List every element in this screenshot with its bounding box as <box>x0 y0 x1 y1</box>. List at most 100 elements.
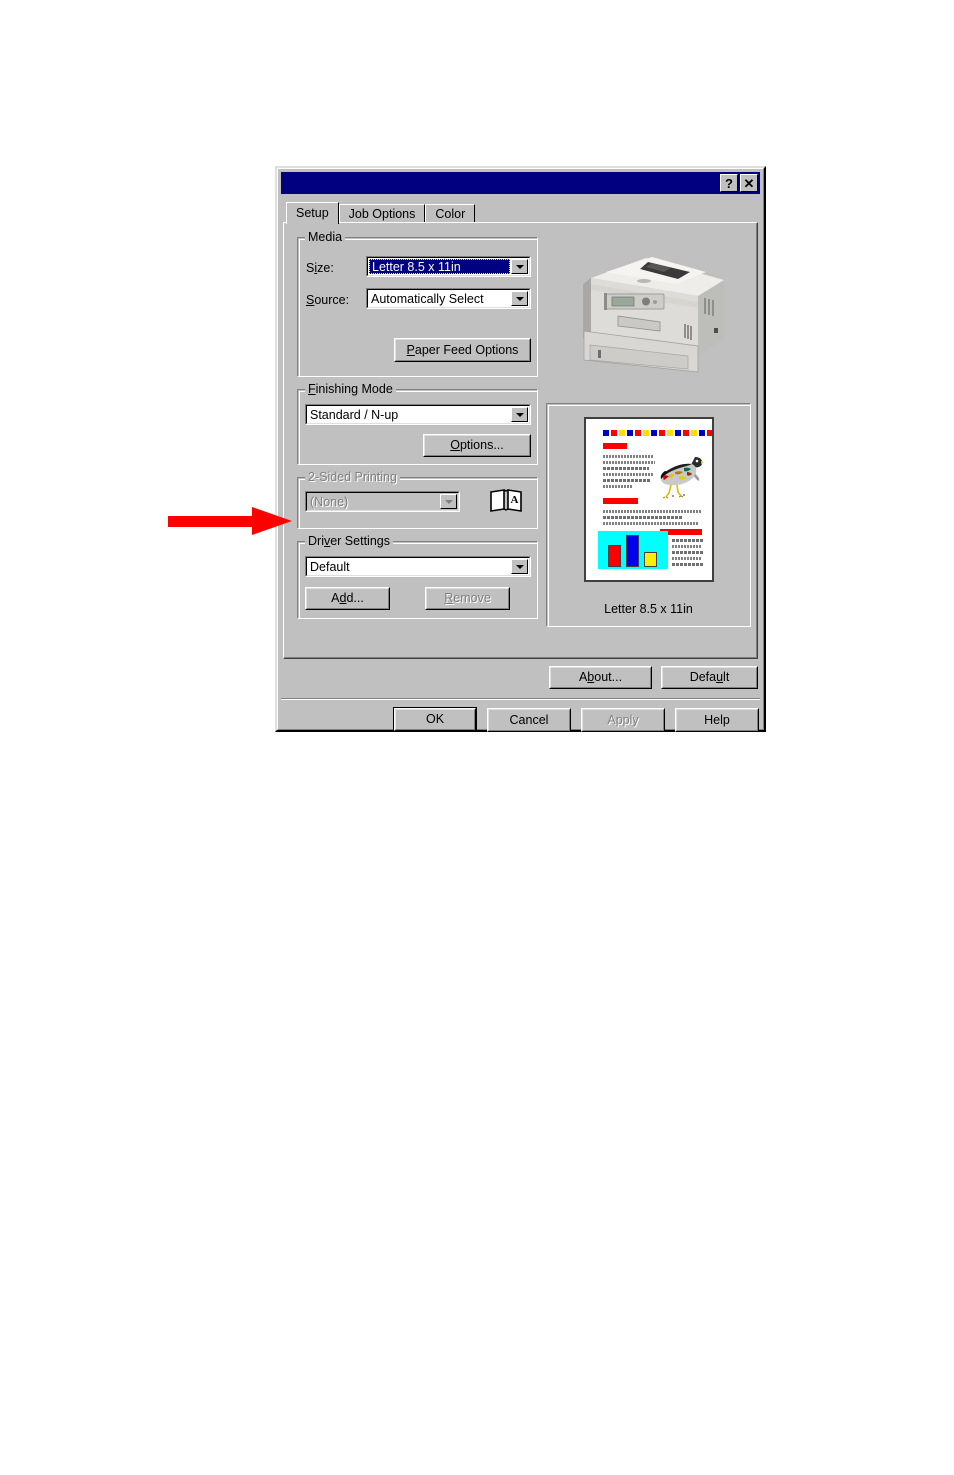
finishing-options-label: Options... <box>450 438 504 453</box>
preview-text-line <box>603 473 653 476</box>
chevron-down-icon[interactable] <box>440 494 457 509</box>
preview-text-line <box>603 467 649 470</box>
tab-color[interactable]: Color <box>425 204 476 223</box>
default-button[interactable]: Default <box>661 666 758 689</box>
preview-color-square <box>675 430 681 436</box>
size-label: Size: <box>306 261 334 275</box>
finishing-options-button-inner: Options... <box>424 435 530 456</box>
printer-properties-dialog: ? ✕ Setup Job Options Color Media Size: … <box>275 166 766 732</box>
preview-chart-bar <box>626 535 639 567</box>
add-driver-setting-button[interactable]: Add... <box>305 587 390 610</box>
preview-color-square <box>643 430 649 436</box>
help-button-inner: Help <box>676 709 758 731</box>
apply-button[interactable]: Apply <box>581 708 665 732</box>
tab-job-options-label: Job Options <box>348 206 416 221</box>
help-titlebar-button[interactable]: ? <box>720 174 738 192</box>
preview-color-square <box>691 430 697 436</box>
booklet-icon-letter: A <box>511 494 519 506</box>
apply-button-label: Apply <box>607 712 639 727</box>
preview-text-line <box>603 461 655 464</box>
finishing-mode-group-label: Finishing Mode <box>305 383 396 395</box>
preview-text-line <box>672 539 704 542</box>
two-sided-printing-group-label: 2-Sided Printing <box>305 471 400 483</box>
paper-source-combo-inner: Automatically Select <box>367 289 530 308</box>
preview-color-square <box>699 430 705 436</box>
default-button-label: Default <box>689 670 730 685</box>
two-sided-printing-combo-inner: (None) <box>306 492 459 511</box>
remove-driver-setting-button-inner: Remove <box>426 588 509 609</box>
chevron-down-icon[interactable] <box>511 259 528 274</box>
preview-red-bar <box>603 498 638 504</box>
tab-job-options[interactable]: Job Options <box>338 204 426 223</box>
preview-text-line <box>603 510 701 513</box>
preview-text-line <box>672 551 704 554</box>
ok-button-inner2: OK <box>395 709 475 730</box>
remove-driver-setting-button[interactable]: Remove <box>425 587 510 610</box>
paper-source-combo[interactable]: Automatically Select <box>366 288 531 309</box>
preview-color-square <box>635 430 641 436</box>
paper-feed-options-button[interactable]: Paper Feed Options <box>394 338 531 362</box>
chevron-down-icon[interactable] <box>511 291 528 306</box>
preview-text-line <box>603 516 683 519</box>
help-button-label: Help <box>704 712 730 727</box>
divider <box>281 698 760 700</box>
finishing-mode-combo[interactable]: Standard / N-up <box>305 404 531 425</box>
driver-settings-combo[interactable]: Default <box>305 556 531 577</box>
media-group-label: Media <box>305 231 346 243</box>
paper-source-value: Automatically Select <box>371 291 484 306</box>
print-preview-group: Letter 8.5 x 11in <box>546 403 751 627</box>
preview-text-line <box>672 557 701 560</box>
about-button-label: About... <box>578 670 623 685</box>
ok-button-inner: OK <box>394 708 476 731</box>
preview-color-bar <box>603 430 712 436</box>
preview-color-square <box>659 430 665 436</box>
close-titlebar-button[interactable]: ✕ <box>740 174 758 192</box>
source-label: Source: <box>306 293 350 307</box>
preview-color-square <box>627 430 633 436</box>
printer-illustration <box>556 232 748 395</box>
dialog-inner-frame: ? ✕ Setup Job Options Color Media Size: … <box>277 168 764 732</box>
driver-settings-value: Default <box>310 559 350 574</box>
preview-red-bar <box>603 443 627 449</box>
tab-setup-label: Setup <box>296 206 329 221</box>
cancel-button[interactable]: Cancel <box>487 708 571 732</box>
printer-image <box>583 257 724 373</box>
preview-text-line <box>603 485 633 488</box>
paper-size-value: Letter 8.5 x 11in <box>369 259 510 274</box>
preview-caption: Letter 8.5 x 11in <box>604 602 693 616</box>
help-button[interactable]: Help <box>675 708 759 732</box>
preview-text-line <box>603 479 651 482</box>
driver-settings-combo-inner: Default <box>306 557 530 576</box>
preview-text-line <box>672 563 703 566</box>
finishing-options-button[interactable]: Options... <box>423 434 531 457</box>
preview-text-line <box>603 455 653 458</box>
preview-chart-bar <box>608 545 621 567</box>
two-sided-printing-value: (None) <box>310 494 349 509</box>
annotation-red-arrow <box>168 505 292 537</box>
question-mark-icon: ? <box>725 175 733 191</box>
preview-bird-illustration <box>660 457 704 499</box>
setup-tab-panel-inner: Media Size: Letter 8.5 x 11in Source: Au… <box>284 223 757 658</box>
paper-size-combo[interactable]: Letter 8.5 x 11in <box>366 256 531 277</box>
cancel-button-label: Cancel <box>509 712 549 727</box>
about-button[interactable]: About... <box>549 666 652 689</box>
preview-color-square <box>683 430 689 436</box>
title-bar: ? ✕ <box>281 172 760 194</box>
page-preview-thumbnail <box>584 417 714 582</box>
tab-color-label: Color <box>435 206 466 221</box>
driver-settings-group-label: Driver Settings <box>305 535 393 547</box>
preview-color-square <box>611 430 617 436</box>
tab-setup[interactable]: Setup <box>286 202 339 224</box>
preview-color-square <box>667 430 673 436</box>
preview-color-square <box>619 430 625 436</box>
apply-button-inner: Apply <box>582 709 664 731</box>
preview-bar-chart <box>598 531 668 569</box>
ok-button[interactable]: OK <box>393 707 477 732</box>
chevron-down-icon[interactable] <box>511 407 528 422</box>
remove-button-label: Remove <box>444 591 491 606</box>
two-sided-printing-combo[interactable]: (None) <box>305 491 460 512</box>
finishing-mode-value: Standard / N-up <box>310 407 399 422</box>
paper-feed-options-button-inner: Paper Feed Options <box>395 339 530 361</box>
chevron-down-icon[interactable] <box>511 559 528 574</box>
preview-color-square <box>707 430 712 436</box>
